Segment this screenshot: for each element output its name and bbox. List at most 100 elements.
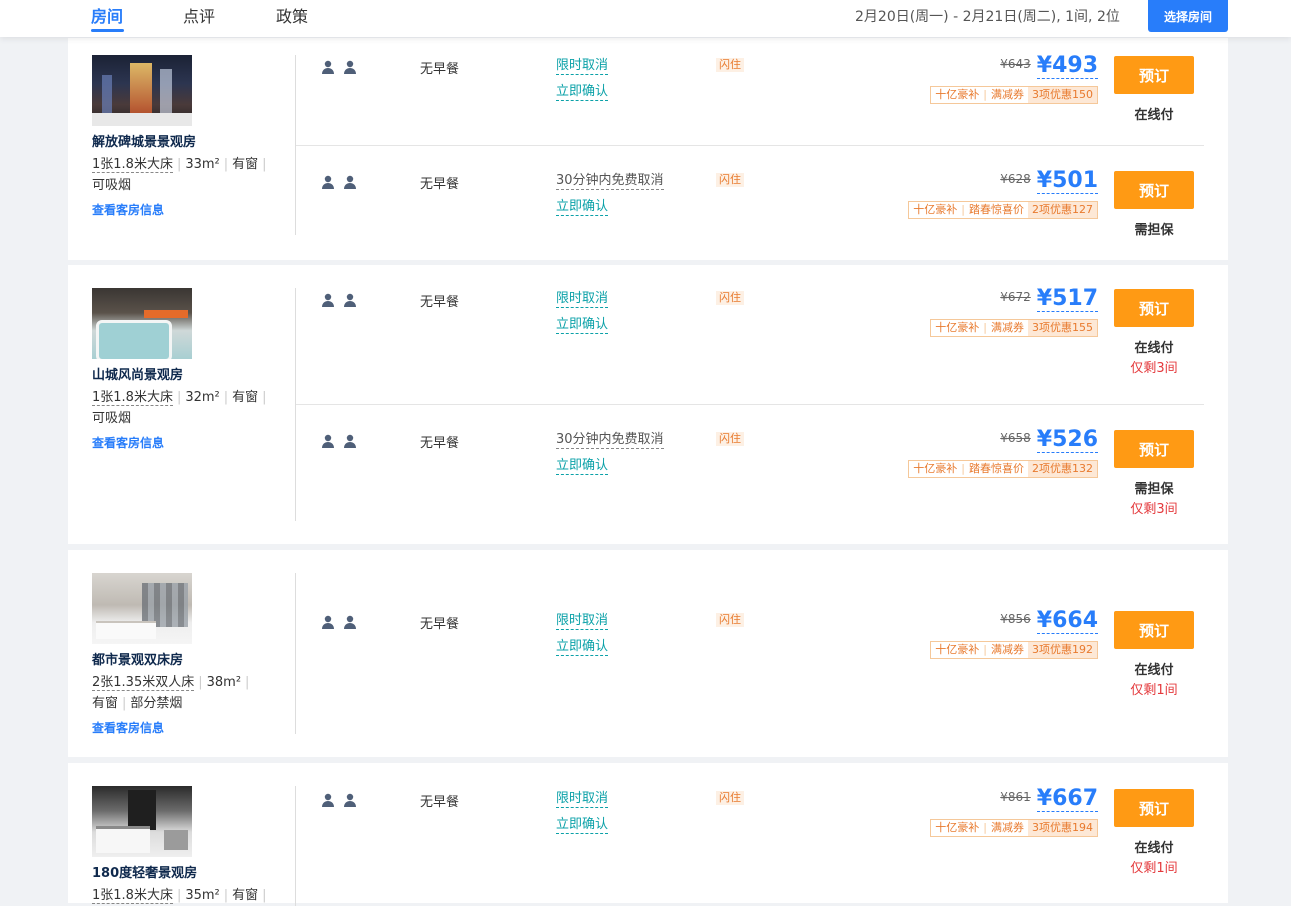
room-card: 都市景观双床房 2张1.35米双人床 | 38m² | 有窗 | 部分禁烟 查看客房信息 …	[68, 550, 1228, 757]
instant-confirm[interactable]: 立即确认	[556, 639, 609, 656]
discount-tag: 十亿豪补	[935, 88, 980, 101]
book-button[interactable]: 预订	[1114, 289, 1194, 327]
rate-plan-row: 无早餐 限时取消 立即确认 闪住 ¥856 ¥664 十亿豪补 | 满减券 3项优惠19…	[68, 608, 1228, 721]
cancel-policy[interactable]: 限时取消	[556, 613, 609, 630]
current-price[interactable]: ¥517	[1036, 286, 1098, 312]
payment-type: 需担保	[1134, 482, 1174, 497]
rate-divider	[296, 145, 1204, 146]
payment-type: 在线付	[1134, 663, 1174, 678]
meal-info: 无早餐	[420, 295, 460, 310]
original-price: ¥643	[1000, 57, 1031, 71]
promo-total-tag: 3项优惠192	[1028, 642, 1097, 658]
rooms-left: 仅剩3间	[1130, 361, 1178, 376]
discount-tags[interactable]: 十亿豪补 | 踏春惊喜价 2项优惠127	[908, 201, 1098, 219]
flash-stay-badge[interactable]: 闪住	[716, 613, 744, 627]
instant-confirm[interactable]: 立即确认	[556, 458, 609, 475]
original-price: ¥658	[1000, 431, 1031, 445]
person-icon	[344, 615, 356, 629]
promo-total-tag: 3项优惠150	[1028, 87, 1097, 103]
rooms-left: 仅剩1间	[1130, 861, 1178, 876]
stay-summary: 2月20日(周一) - 2月21日(周二), 1间, 2位	[855, 9, 1120, 25]
tab-rooms[interactable]: 房间	[91, 3, 123, 27]
current-price[interactable]: ¥501	[1036, 168, 1098, 194]
current-price[interactable]: ¥667	[1036, 786, 1098, 812]
payment-type: 需担保	[1134, 223, 1174, 238]
discount-tags[interactable]: 十亿豪补 | 满减券 3项优惠155	[930, 319, 1098, 337]
person-icon	[322, 175, 334, 189]
discount-tags[interactable]: 十亿豪补 | 踏春惊喜价 2项优惠132	[908, 460, 1098, 478]
flash-stay-badge[interactable]: 闪住	[716, 173, 744, 187]
book-button[interactable]: 预订	[1114, 611, 1194, 649]
book-button[interactable]: 预订	[1114, 789, 1194, 827]
flash-stay-badge[interactable]: 闪住	[716, 291, 744, 305]
cancel-policy[interactable]: 30分钟内免费取消	[556, 173, 664, 190]
person-icon	[322, 793, 334, 807]
discount-tags[interactable]: 十亿豪补 | 满减券 3项优惠150	[930, 86, 1098, 104]
original-price: ¥861	[1000, 790, 1031, 804]
price-block: ¥643 ¥493	[968, 53, 1098, 79]
discount-tag: 踏春惊喜价	[969, 462, 1024, 475]
discount-tag: 十亿豪补	[935, 321, 980, 334]
rooms-left: 仅剩1间	[1130, 683, 1178, 698]
person-icon	[344, 434, 356, 448]
instant-confirm[interactable]: 立即确认	[556, 199, 609, 216]
view-room-info-link[interactable]: 查看客房信息	[92, 719, 272, 736]
discount-tags[interactable]: 十亿豪补 | 满减券 3项优惠192	[930, 641, 1098, 659]
room-card: 解放碑城景景观房 1张1.8米大床 | 33m² | 有窗 | 可吸烟 查看客房信息 无早…	[68, 38, 1228, 260]
discount-tag: 满减券	[991, 88, 1024, 101]
book-button[interactable]: 预订	[1114, 56, 1194, 94]
instant-confirm[interactable]: 立即确认	[556, 317, 609, 334]
flash-stay-badge[interactable]: 闪住	[716, 432, 744, 446]
promo-total-tag: 3项优惠194	[1028, 820, 1097, 836]
current-price[interactable]: ¥664	[1036, 608, 1098, 634]
active-tab-indicator	[91, 29, 124, 32]
flash-stay-badge[interactable]: 闪住	[716, 58, 744, 72]
original-price: ¥672	[1000, 290, 1031, 304]
rate-plan-row: 无早餐 限时取消 立即确认 闪住 ¥643 ¥493 十亿豪补 | 满减券 3项优惠15…	[68, 53, 1228, 166]
original-price: ¥628	[1000, 172, 1031, 186]
discount-tags[interactable]: 十亿豪补 | 满减券 3项优惠194	[930, 819, 1098, 837]
book-button[interactable]: 预订	[1114, 430, 1194, 468]
payment-type: 在线付	[1134, 841, 1174, 856]
person-icon	[322, 434, 334, 448]
tab-policy[interactable]: 政策	[276, 3, 308, 27]
instant-confirm[interactable]: 立即确认	[556, 84, 609, 101]
person-icon	[344, 293, 356, 307]
discount-tag: 满减券	[991, 643, 1024, 656]
cancel-policy[interactable]: 限时取消	[556, 791, 609, 808]
discount-tag: 满减券	[991, 321, 1024, 334]
meal-info: 无早餐	[420, 177, 460, 192]
flash-stay-badge[interactable]: 闪住	[716, 791, 744, 805]
instant-confirm[interactable]: 立即确认	[556, 817, 609, 834]
cancel-policy[interactable]: 限时取消	[556, 291, 609, 308]
current-price[interactable]: ¥526	[1036, 427, 1098, 453]
rate-plan-row: 无早餐 30分钟内免费取消 立即确认 闪住 ¥658 ¥526 十亿豪补 | 踏春惊喜…	[68, 427, 1228, 540]
payment-type: 在线付	[1134, 341, 1174, 356]
room-tabs-header: 房间 点评 政策 2月20日(周一) - 2月21日(周二), 1间, 2位 选…	[0, 0, 1291, 37]
meal-info: 无早餐	[420, 617, 460, 632]
current-price[interactable]: ¥493	[1036, 53, 1098, 79]
rate-divider	[296, 404, 1204, 405]
room-card: 山城风尚景观房 1张1.8米大床 | 32m² | 有窗 | 可吸烟 查看客房信息 无早餐…	[68, 265, 1228, 544]
guest-capacity	[321, 292, 365, 311]
rate-plan-row: 无早餐 限时取消 立即确认 闪住 ¥861 ¥667 十亿豪补 | 满减券 3项优惠19…	[68, 786, 1228, 899]
tab-reviews[interactable]: 点评	[183, 3, 215, 27]
discount-tag: 十亿豪补	[935, 821, 980, 834]
rate-plan-row: 无早餐 限时取消 立即确认 闪住 ¥672 ¥517 十亿豪补 | 满减券 3项优惠15…	[68, 286, 1228, 399]
select-room-button[interactable]: 选择房间	[1148, 0, 1228, 32]
smoking-info: 可吸烟	[92, 411, 132, 426]
book-button[interactable]: 预订	[1114, 171, 1194, 209]
guest-capacity	[321, 614, 365, 633]
person-icon	[322, 60, 334, 74]
person-icon	[344, 793, 356, 807]
promo-total-tag: 3项优惠155	[1028, 320, 1097, 336]
promo-total-tag: 2项优惠127	[1028, 202, 1097, 218]
price-block: ¥628 ¥501	[968, 168, 1098, 194]
cancel-policy[interactable]: 限时取消	[556, 58, 609, 75]
payment-type: 在线付	[1134, 108, 1174, 123]
promo-total-tag: 2项优惠132	[1028, 461, 1097, 477]
price-block: ¥856 ¥664	[968, 608, 1098, 634]
cancel-policy[interactable]: 30分钟内免费取消	[556, 432, 664, 449]
person-icon	[322, 615, 334, 629]
meal-info: 无早餐	[420, 62, 460, 77]
